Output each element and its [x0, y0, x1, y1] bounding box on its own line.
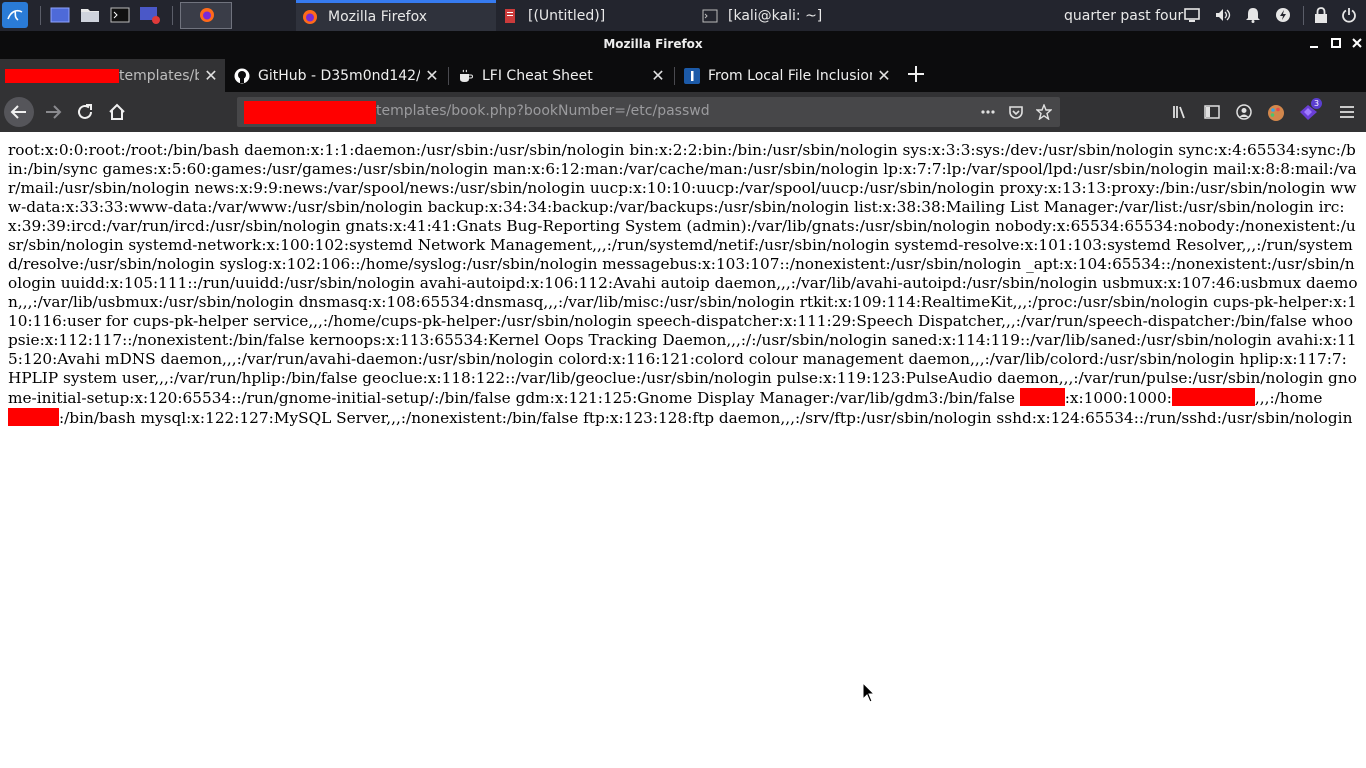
redacted-host: [5, 68, 119, 83]
tab-label: From Local File Inclusion: [708, 67, 872, 84]
power-manager-icon[interactable]: [1275, 7, 1291, 23]
tab-strip: templates/b ✕ GitHub - D35m0nd142/L ✕ LF…: [0, 59, 1366, 92]
window-label: [(Untitled)]: [528, 7, 606, 24]
window-title: Mozilla Firefox: [603, 37, 703, 51]
taskbar-separator: [40, 6, 41, 25]
maximize-button[interactable]: [1329, 37, 1343, 51]
tab-close-icon[interactable]: ✕: [424, 67, 440, 84]
tab-book-php[interactable]: templates/b ✕: [0, 59, 225, 92]
extension-badge: 3: [1311, 98, 1323, 109]
window-label: Mozilla Firefox: [328, 9, 428, 25]
passwd-text: root:x:0:0:root:/root:/bin/bash daemon:x…: [8, 141, 1358, 407]
forward-button[interactable]: [38, 97, 68, 127]
terminal-icon: [702, 9, 718, 22]
tab-lfi-cheat-sheet[interactable]: LFI Cheat Sheet ✕: [450, 59, 672, 92]
tab-close-icon[interactable]: ✕: [203, 67, 219, 84]
page-content: root:x:0:0:root:/root:/bin/bash daemon:x…: [0, 132, 1366, 768]
volume-icon[interactable]: [1215, 7, 1231, 23]
notification-bell-icon[interactable]: [1245, 7, 1261, 23]
kali-menu-icon[interactable]: [2, 2, 28, 28]
lock-screen-icon[interactable]: [1313, 7, 1329, 23]
passwd-text: ,,,:/home: [1254, 389, 1323, 407]
page-actions-icon[interactable]: [980, 104, 996, 120]
screen-recorder-icon[interactable]: [138, 3, 162, 27]
power-icon[interactable]: [1341, 7, 1357, 23]
url-text: templates/book.php?bookNumber=/etc/passw…: [376, 103, 710, 119]
display-icon[interactable]: [1184, 7, 1200, 23]
firefox-icon: [200, 8, 214, 22]
redacted-home-dir: [8, 408, 59, 426]
tab-separator: [448, 67, 449, 85]
taskbar-separator: [1303, 6, 1304, 25]
new-tab-button[interactable]: [904, 64, 928, 88]
redacted-username: [1019, 388, 1065, 406]
taskbar: Mozilla Firefox [(Untitled)] [kali@kali:…: [0, 0, 1366, 31]
reload-icon: [78, 104, 92, 119]
tab-github[interactable]: GitHub - D35m0nd142/L ✕: [226, 59, 446, 92]
terminal-icon[interactable]: [108, 3, 132, 27]
passwd-text: :x:1000:1000:: [1064, 389, 1172, 407]
plus-icon: [908, 66, 924, 82]
tab-close-icon[interactable]: ✕: [650, 67, 666, 84]
pocket-icon[interactable]: [1008, 104, 1024, 120]
tab-label: GitHub - D35m0nd142/L: [258, 67, 420, 84]
taskbar-window-firefox[interactable]: Mozilla Firefox: [296, 0, 496, 31]
sidebar-icon[interactable]: [1204, 104, 1220, 120]
redacted-gecos: [1171, 388, 1255, 406]
window-titlebar: Mozilla Firefox: [0, 31, 1366, 59]
redacted-host: [244, 101, 376, 124]
taskbar-window-untitled[interactable]: [(Untitled)]: [496, 0, 696, 31]
back-button[interactable]: [4, 97, 34, 127]
account-icon[interactable]: [1236, 104, 1252, 120]
extension-icon[interactable]: 3: [1298, 98, 1324, 122]
workspace-icon[interactable]: [48, 3, 72, 27]
arrow-right-icon: [46, 105, 62, 119]
hamburger-menu-icon[interactable]: [1339, 104, 1355, 120]
navigation-toolbar: templates/book.php?bookNumber=/etc/passw…: [0, 92, 1366, 132]
site-favicon-icon: [684, 67, 700, 84]
taskbar-window-terminal[interactable]: [kali@kali: ~]: [696, 0, 896, 31]
passwd-text: :/bin/bash mysql:x:122:127:MySQL Server,…: [59, 409, 1353, 427]
home-button[interactable]: [102, 97, 132, 127]
clock[interactable]: quarter past four: [1064, 0, 1183, 31]
bookmark-star-icon[interactable]: [1035, 103, 1053, 121]
reload-button[interactable]: [70, 97, 100, 127]
tab-label: templates/b: [119, 67, 199, 84]
firefox-icon: [303, 10, 317, 24]
taskbar-separator: [172, 6, 173, 25]
file-manager-icon[interactable]: [78, 3, 102, 27]
coffee-cup-icon: [460, 69, 474, 82]
mouse-cursor-icon: [862, 682, 876, 703]
url-bar[interactable]: templates/book.php?bookNumber=/etc/passw…: [237, 97, 1060, 127]
passwd-file-text: root:x:0:0:root:/root:/bin/bash daemon:x…: [8, 141, 1358, 428]
close-window-button[interactable]: [1350, 37, 1364, 51]
firefox-launcher[interactable]: [180, 2, 232, 29]
tab-label: LFI Cheat Sheet: [482, 67, 593, 84]
tab-separator: [674, 67, 675, 85]
home-icon: [109, 103, 125, 120]
tab-from-lfi[interactable]: From Local File Inclusion ✕: [676, 59, 898, 92]
window-label: [kali@kali: ~]: [728, 7, 823, 24]
color-palette-extension-icon[interactable]: [1267, 104, 1284, 121]
library-icon[interactable]: [1172, 104, 1188, 120]
github-icon: [234, 68, 250, 83]
minimize-button[interactable]: [1307, 37, 1321, 51]
arrow-left-icon: [10, 105, 26, 119]
text-editor-icon: [505, 8, 515, 23]
tab-close-icon[interactable]: ✕: [876, 67, 892, 84]
